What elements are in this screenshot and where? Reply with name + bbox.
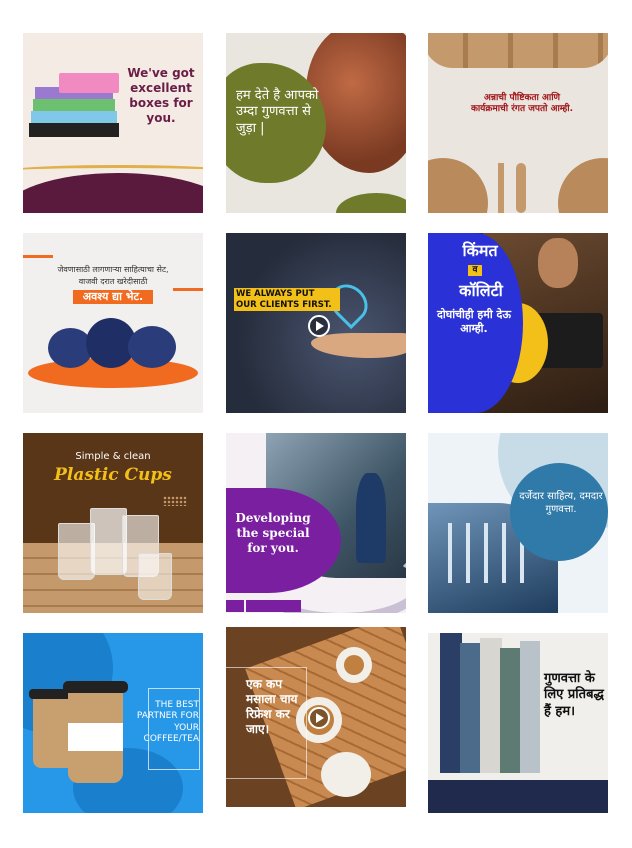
factory-headline: Developing the special for you. (235, 511, 311, 555)
play-icon[interactable] (308, 707, 330, 729)
cups-line1: Simple & clean (75, 451, 151, 462)
boxes-gold-line (23, 165, 203, 178)
fabric-rolls-image (440, 633, 540, 773)
wooden-fork (498, 163, 504, 213)
clients-headline: WE ALWAYS PUT OUR CLIENTS FIRST. (234, 288, 340, 312)
coffee-cup-front-lid (63, 681, 128, 693)
boxes-wave (23, 173, 203, 213)
plates-top (428, 33, 608, 68)
factory-bar-2 (246, 600, 301, 612)
dinnerware-line1: जेवणासाठी लागणाऱ्या साहित्याचा सेट, (57, 265, 169, 274)
tile-fabric[interactable]: गुणवत्ता के लिए प्रतिबद्ध हैं हम। (428, 633, 608, 813)
tea-headline: एक कप मसाला चाय रिफ्रेश कर जाए। (246, 677, 298, 736)
wooden-spoon (516, 163, 526, 213)
orange-stripe-right (173, 288, 203, 291)
clay-headline: हम देते है आपको उम्दा गुणवत्ता से जुड़ा … (236, 88, 319, 136)
leather-guarantee: दोघांचीही हमी देऊ आम्ही. (437, 308, 511, 335)
leather-word-and: व (468, 265, 482, 277)
cups-image (58, 503, 173, 603)
clay-bottom-shape (336, 193, 406, 213)
orange-stripe-left (23, 255, 53, 258)
dinnerware-cta[interactable]: अवश्य द्या भेट. (73, 290, 153, 304)
play-icon[interactable] (308, 315, 330, 337)
boxes-headline: We've got excellent boxes for you. (127, 66, 195, 125)
coffee-headline: THE BEST PARTNER FOR YOUR COFFEE/TEA (136, 700, 199, 744)
tile-leather[interactable]: किंमत व कॉलिटी दोघांचीही हमी देऊ आम्ही. (428, 233, 608, 413)
machine-headline: दर्जेदार साहित्य, दमदार गुणवत्ता. (519, 491, 603, 515)
tile-dinnerware[interactable]: जेवणासाठी लागणाऱ्या साहित्याचा सेट, वाजव… (23, 233, 203, 413)
plate-right (558, 158, 608, 213)
tile-plates[interactable]: अन्नाची पौष्टिकता आणि कार्यक्रमाची रंगत … (428, 33, 608, 213)
tile-machine[interactable]: दर्जेदार साहित्य, दमदार गुणवत्ता. (428, 433, 608, 613)
leather-person-face (538, 238, 578, 288)
box-image (29, 73, 124, 143)
fabric-headline: गुणवत्ता के लिए प्रतिबद्ध हैं हम। (544, 671, 604, 719)
plate-left (428, 158, 488, 213)
tile-clients[interactable]: WE ALWAYS PUT OUR CLIENTS FIRST. (226, 233, 406, 413)
tile-boxes[interactable]: We've got excellent boxes for you. (23, 33, 203, 213)
tile-clay[interactable]: हम देते है आपको उम्दा गुणवत्ता से जुड़ा … (226, 33, 406, 213)
plates-headline: अन्नाची पौष्टिकता आणि कार्यक्रमाची रंगत … (470, 93, 574, 115)
factory-bar-1 (226, 600, 244, 612)
cups-line2: Plastic Cups (54, 465, 172, 485)
coffee-cup-sleeve (68, 723, 123, 751)
leather-word-price: किंमत (462, 241, 498, 260)
tea-cup-top (336, 647, 372, 683)
tile-tea[interactable]: एक कप मसाला चाय रिफ्रेश कर जाए। (226, 627, 406, 807)
tile-coffee[interactable]: THE BEST PARTNER FOR YOUR COFFEE/TEA (23, 633, 203, 813)
tile-factory[interactable]: Developing the special for you. (226, 433, 406, 613)
tea-teapot (321, 752, 371, 797)
dinnerware-line2: वाजवी दरात खरेदीसाठी (78, 277, 148, 286)
leather-word-quality: कॉलिटी (459, 281, 503, 300)
tile-cups[interactable]: Simple & clean Plastic Cups (23, 433, 203, 613)
fabric-navy-band (428, 780, 608, 813)
dinnerware-image (48, 318, 178, 368)
